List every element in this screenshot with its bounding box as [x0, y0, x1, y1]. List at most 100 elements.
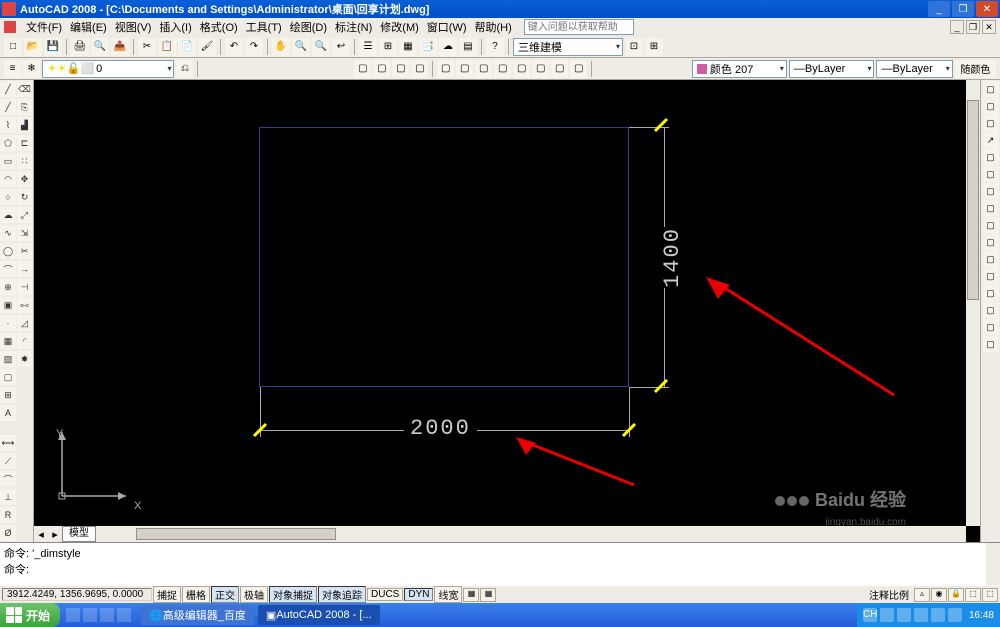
model-tab[interactable]: 模型 [62, 526, 96, 542]
menu-format[interactable]: 格式(O) [196, 19, 242, 35]
grid-toggle[interactable]: 栅格 [182, 586, 210, 603]
quicklaunch-icon[interactable] [66, 608, 80, 622]
vstyle-btn-1[interactable]: ⊡ [625, 38, 643, 56]
model-layout-icon[interactable]: ▦ [463, 588, 479, 602]
mdi-minimize-button[interactable]: _ [950, 20, 964, 34]
copy-tool-icon[interactable]: ⎘ [17, 99, 33, 115]
rectangle-tool-icon[interactable]: ▭ [0, 153, 16, 169]
r-tool-3[interactable]: ▢ [983, 115, 999, 131]
r-tool-7[interactable]: ▢ [983, 183, 999, 199]
publish-icon[interactable]: 📤 [111, 38, 129, 56]
close-button[interactable]: ✕ [976, 1, 998, 17]
bylayer-apply-button[interactable]: 随颜色 [955, 60, 996, 78]
explode-tool-icon[interactable]: ✸ [17, 351, 33, 367]
lwt-toggle[interactable]: 线宽 [434, 586, 462, 603]
matchprop-icon[interactable]: 🖌 [198, 38, 216, 56]
new-icon[interactable]: □ [4, 38, 22, 56]
command-scrollbar[interactable] [986, 543, 1000, 585]
color-dropdown[interactable]: 颜色 207 [692, 60, 787, 78]
block-tool-icon[interactable]: ▣ [0, 297, 16, 313]
osnap-toggle[interactable]: 对象捕捉 [269, 586, 317, 603]
tray-icon-1[interactable]: ⬚ [965, 588, 981, 602]
ucs-btn-2[interactable]: ▢ [456, 60, 473, 78]
plot-icon[interactable]: 🖨 [71, 38, 89, 56]
circle-tool-icon[interactable]: ○ [0, 189, 16, 205]
quicklaunch-icon[interactable] [83, 608, 97, 622]
vstyle-btn-2[interactable]: ⊞ [645, 38, 663, 56]
dyn-toggle[interactable]: DYN [404, 588, 433, 601]
minimize-button[interactable]: _ [928, 1, 950, 17]
ellipse-tool-icon[interactable]: ◯ [0, 243, 16, 259]
r-tool-1[interactable]: ▢ [983, 81, 999, 97]
redo-icon[interactable]: ↷ [245, 38, 263, 56]
stretch-tool-icon[interactable]: ⇲ [17, 225, 33, 241]
tray-icon[interactable] [948, 608, 962, 622]
properties-icon[interactable]: ☰ [359, 38, 377, 56]
menu-draw[interactable]: 绘图(D) [286, 19, 331, 35]
designcenter-icon[interactable]: ⊞ [379, 38, 397, 56]
zoomrt-icon[interactable]: 🔍 [292, 38, 310, 56]
quicklaunch-icon[interactable] [100, 608, 114, 622]
offset-tool-icon[interactable]: ⊏ [17, 135, 33, 151]
quicklaunch-icon[interactable] [117, 608, 131, 622]
menu-tools[interactable]: 工具(T) [242, 19, 286, 35]
dim-linear-icon[interactable]: ⟷ [0, 435, 16, 451]
vp-btn-2[interactable]: ▢ [373, 60, 390, 78]
dim-radius-icon[interactable]: R [0, 507, 16, 523]
r-tool-15[interactable]: ▢ [983, 319, 999, 335]
tray-icon-2[interactable]: ⬚ [982, 588, 998, 602]
pan-icon[interactable]: ✋ [272, 38, 290, 56]
chamfer-tool-icon[interactable]: ◿ [17, 315, 33, 331]
ucs-btn-5[interactable]: ▢ [513, 60, 530, 78]
snap-toggle[interactable]: 捕捉 [153, 586, 181, 603]
command-window[interactable]: 命令: '_dimstyle 命令: [0, 542, 1000, 585]
help-icon[interactable]: ? [486, 38, 504, 56]
dim-ordinate-icon[interactable]: ⊥ [0, 489, 16, 505]
ucs-btn-7[interactable]: ▢ [551, 60, 568, 78]
open-icon[interactable]: 📂 [24, 38, 42, 56]
zoomwin-icon[interactable]: 🔍 [312, 38, 330, 56]
lock-icon[interactable]: 🔒 [948, 588, 964, 602]
r-tool-6[interactable]: ▢ [983, 166, 999, 182]
revcloud-tool-icon[interactable]: ☁ [0, 207, 16, 223]
start-button[interactable]: 开始 [0, 603, 60, 627]
ucs-btn-8[interactable]: ▢ [570, 60, 587, 78]
help-search-input[interactable] [524, 19, 634, 35]
dim-diameter-icon[interactable]: Ø [0, 525, 16, 541]
undo-icon[interactable]: ↶ [225, 38, 243, 56]
tray-icon[interactable] [880, 608, 894, 622]
r-tool-14[interactable]: ▢ [983, 302, 999, 318]
vp-btn-3[interactable]: ▢ [392, 60, 409, 78]
task-button-browser[interactable]: 🌐 高级编辑器_百度 [141, 605, 254, 625]
menu-insert[interactable]: 插入(I) [155, 19, 195, 35]
layer-dropdown[interactable]: ☀☀🔓⬜ 0 [42, 60, 174, 78]
array-tool-icon[interactable]: ∷ [17, 153, 33, 169]
r-tool-5[interactable]: ▢ [983, 149, 999, 165]
markup-icon[interactable]: ☁ [439, 38, 457, 56]
ucs-btn-4[interactable]: ▢ [494, 60, 511, 78]
preview-icon[interactable]: 🔍 [91, 38, 109, 56]
trim-tool-icon[interactable]: ✂ [17, 243, 33, 259]
tray-lang-icon[interactable]: CH [863, 608, 877, 622]
ortho-toggle[interactable]: 正交 [211, 586, 239, 603]
line-tool-icon[interactable]: ╱ [0, 81, 16, 97]
r-tool-4[interactable]: ↗ [983, 132, 999, 148]
ucs-btn-1[interactable]: ▢ [437, 60, 454, 78]
menu-view[interactable]: 视图(V) [111, 19, 156, 35]
tray-icon[interactable] [914, 608, 928, 622]
r-tool-13[interactable]: ▢ [983, 285, 999, 301]
ducs-toggle[interactable]: DUCS [367, 588, 403, 601]
zoomprev-icon[interactable]: ↩ [332, 38, 350, 56]
menu-window[interactable]: 窗口(W) [423, 19, 471, 35]
clock[interactable]: 16:48 [969, 610, 994, 621]
cut-icon[interactable]: ✂ [138, 38, 156, 56]
mdi-restore-button[interactable]: ❐ [966, 20, 980, 34]
r-tool-9[interactable]: ▢ [983, 217, 999, 233]
coordinates-display[interactable]: 3912.4249, 1356.9695, 0.0000 [2, 588, 152, 601]
mirror-tool-icon[interactable]: ▟ [17, 117, 33, 133]
scale-tool-icon[interactable]: ⤢ [17, 207, 33, 223]
ucs-btn-3[interactable]: ▢ [475, 60, 492, 78]
dim-aligned-icon[interactable]: ⟋ [0, 453, 16, 469]
layer-prev-icon[interactable]: ⎌ [176, 60, 193, 78]
extend-tool-icon[interactable]: → [17, 261, 33, 277]
